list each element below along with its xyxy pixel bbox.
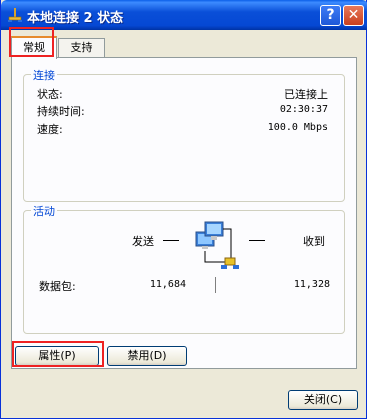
packets-received-value: 11,328 bbox=[293, 279, 330, 290]
title-bar[interactable]: 本地连接 2 状态 ? ✕ bbox=[1, 0, 367, 30]
connection-group-title: 连接 bbox=[31, 67, 57, 83]
properties-highlight-box bbox=[12, 341, 104, 367]
speed-label: 速度: bbox=[37, 123, 63, 136]
close-icon: ✕ bbox=[347, 7, 360, 23]
window-title: 本地连接 2 状态 bbox=[27, 11, 124, 26]
title-close-button[interactable]: ✕ bbox=[343, 5, 364, 26]
close-button[interactable]: 关闭(C) bbox=[288, 390, 358, 410]
received-label: 收到 bbox=[303, 235, 325, 248]
received-dash bbox=[249, 240, 265, 241]
help-button[interactable]: ? bbox=[320, 5, 341, 26]
sent-dash bbox=[163, 240, 179, 241]
packets-divider bbox=[215, 277, 216, 293]
sent-label: 发送 bbox=[132, 235, 154, 248]
close-button-label: 关闭(C) bbox=[303, 393, 343, 406]
activity-group-title: 活动 bbox=[31, 203, 57, 219]
network-computers-icon bbox=[193, 218, 239, 276]
status-label: 状态: bbox=[37, 88, 63, 101]
help-icon: ? bbox=[326, 7, 335, 23]
tab-highlight-box bbox=[9, 27, 54, 57]
packets-sent-value: 11,684 bbox=[149, 279, 186, 290]
speed-value: 100.0 Mbps bbox=[267, 122, 328, 133]
status-dialog: 本地连接 2 状态 ? ✕ 常规 支持 连接 状态: 已连接上 持续时间: 02… bbox=[0, 0, 367, 419]
disable-button-label: 禁用(D) bbox=[127, 349, 167, 362]
network-connection-icon bbox=[7, 7, 23, 23]
tab-support-label: 支持 bbox=[70, 41, 93, 54]
status-value: 已连接上 bbox=[284, 88, 328, 101]
packets-label: 数据包: bbox=[39, 280, 76, 293]
duration-label: 持续时间: bbox=[37, 105, 85, 118]
disable-button[interactable]: 禁用(D) bbox=[107, 346, 187, 366]
duration-value: 02:30:37 bbox=[279, 104, 328, 115]
tab-support[interactable]: 支持 bbox=[58, 38, 105, 57]
activity-group bbox=[23, 210, 345, 334]
